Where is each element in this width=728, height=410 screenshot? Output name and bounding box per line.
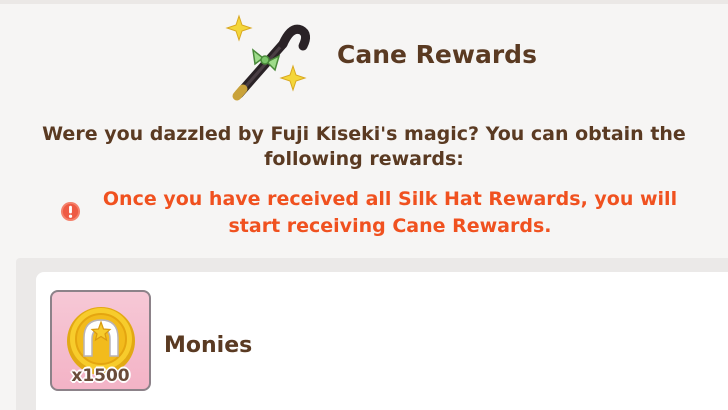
rewards-header: Cane Rewards <box>225 14 645 102</box>
reward-quantity: x1500 <box>71 366 130 386</box>
top-divider <box>0 0 728 4</box>
rewards-description: Were you dazzled by Fuji Kiseki's magic?… <box>42 123 686 170</box>
page-title: Cane Rewards <box>337 40 537 69</box>
notice-message: Once you have received all Silk Hat Rewa… <box>60 186 700 242</box>
reward-thumbnail[interactable]: x1500 <box>50 290 151 391</box>
warning-icon <box>60 201 81 222</box>
notice-text: Once you have received all Silk Hat Rewa… <box>102 188 678 237</box>
cane-icon <box>225 14 311 101</box>
reward-name: Monies <box>164 333 253 358</box>
